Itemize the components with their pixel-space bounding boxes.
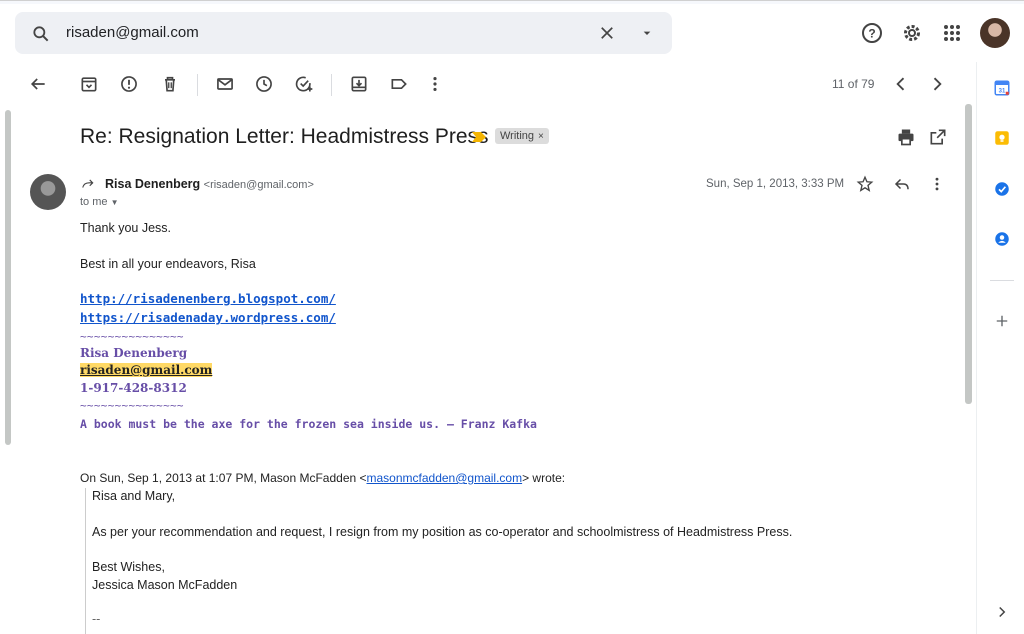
archive-icon[interactable] xyxy=(79,74,99,94)
snooze-clock-icon[interactable] xyxy=(254,74,274,94)
apps-grid-icon[interactable] xyxy=(940,21,964,45)
print-icon[interactable] xyxy=(896,127,916,147)
close-icon[interactable] xyxy=(598,24,616,42)
quoted-sender-email-link[interactable]: masonmcfadden@gmail.com xyxy=(367,471,523,485)
toolbar-divider xyxy=(331,74,332,96)
recipients-toggle[interactable]: to me ▼ xyxy=(80,196,119,208)
chevron-left-icon[interactable] xyxy=(891,74,911,94)
search-bar[interactable]: risaden@gmail.com xyxy=(15,12,672,54)
side-panel-divider xyxy=(990,280,1014,281)
message-subject: Re: Resignation Letter: Headmistress Pre… xyxy=(80,125,489,148)
chevron-right-icon[interactable] xyxy=(993,603,1011,621)
label-chip-text: Writing xyxy=(500,130,535,142)
quote-header-end: > wrote: xyxy=(522,471,566,485)
quote-header: On Sun, Sep 1, 2013 at 1:07 PM, Mason Mc… xyxy=(80,471,565,485)
quoted-name: Jessica Mason McFadden xyxy=(92,578,238,592)
chevron-down-icon[interactable] xyxy=(639,25,655,41)
tasks-icon[interactable] xyxy=(993,180,1011,198)
keep-icon[interactable] xyxy=(993,129,1011,147)
top-border xyxy=(0,0,1024,4)
sender-line: Risa Denenberg <risaden@gmail.com> xyxy=(105,177,314,191)
quoted-greeting: Risa and Mary, xyxy=(92,489,176,503)
blog-link[interactable]: http://risadenenberg.blogspot.com/ xyxy=(80,291,336,306)
report-spam-icon[interactable] xyxy=(119,74,139,94)
mark-unread-icon[interactable] xyxy=(215,74,235,94)
search-input[interactable]: risaden@gmail.com xyxy=(66,24,199,41)
sender-name[interactable]: Risa Denenberg xyxy=(105,177,200,191)
quoted-signature-dash: -- xyxy=(92,612,101,626)
star-icon[interactable] xyxy=(856,175,874,193)
chevron-right-icon[interactable] xyxy=(927,74,947,94)
sender-avatar[interactable] xyxy=(30,174,66,210)
signature-email-link[interactable]: risaden@gmail.com xyxy=(80,363,213,377)
back-arrow-icon[interactable] xyxy=(28,74,48,94)
body-line: Best in all your endeavors, Risa xyxy=(80,257,256,271)
signature-phone[interactable]: 1-917-428-8312 xyxy=(80,381,187,395)
message-counter: 11 of 79 xyxy=(832,77,875,91)
delete-icon[interactable] xyxy=(160,74,180,94)
signature-quote: A book must be the axe for the frozen se… xyxy=(80,417,537,431)
label-chip[interactable]: Writing × xyxy=(495,128,549,144)
search-icon[interactable] xyxy=(31,24,51,44)
quote-header-text: On Sun, Sep 1, 2013 at 1:07 PM, Mason Mc… xyxy=(80,471,367,485)
svg-text:?: ? xyxy=(868,27,875,41)
reply-icon[interactable] xyxy=(893,175,911,193)
wordpress-link[interactable]: https://risadenaday.wordpress.com/ xyxy=(80,310,336,325)
body-line: Thank you Jess. xyxy=(80,221,172,235)
quoted-closing: Best Wishes, xyxy=(92,560,165,574)
add-icon[interactable] xyxy=(993,312,1011,330)
label-icon[interactable] xyxy=(389,74,409,94)
gear-icon[interactable] xyxy=(900,21,924,45)
toolbar-divider xyxy=(197,74,198,96)
signature-name: Risa Denenberg xyxy=(80,346,188,360)
sender-email: <risaden@gmail.com> xyxy=(203,179,314,191)
left-scrollbar[interactable] xyxy=(5,110,11,445)
help-icon[interactable]: ? xyxy=(860,21,884,45)
message-scrollbar[interactable] xyxy=(965,104,972,404)
calendar-icon[interactable]: 31 xyxy=(993,79,1011,97)
more-vert-icon[interactable] xyxy=(425,74,445,94)
chevron-down-icon: ▼ xyxy=(110,198,119,207)
signature-divider: ~~~~~~~~~~~~~~~ xyxy=(80,399,184,412)
more-vert-icon[interactable] xyxy=(928,175,946,193)
quoted-body: As per your recommendation and request, … xyxy=(92,525,793,539)
remove-label-button[interactable]: × xyxy=(538,131,544,142)
add-task-icon[interactable] xyxy=(294,74,314,94)
open-new-window-icon[interactable] xyxy=(928,127,948,147)
move-to-icon[interactable] xyxy=(349,74,369,94)
account-avatar[interactable] xyxy=(980,18,1010,48)
message-date: Sun, Sep 1, 2013, 3:33 PM xyxy=(706,178,845,190)
signature-divider: ~~~~~~~~~~~~~~~ xyxy=(80,330,184,343)
side-panel: 31 xyxy=(976,62,1024,634)
contacts-icon[interactable] xyxy=(993,230,1011,248)
quote-border xyxy=(85,488,86,634)
importance-marker-icon[interactable] xyxy=(472,132,486,142)
forwarded-arrow-icon xyxy=(82,179,94,188)
recipients-label: to me xyxy=(80,196,108,208)
svg-text:31: 31 xyxy=(999,89,1006,95)
